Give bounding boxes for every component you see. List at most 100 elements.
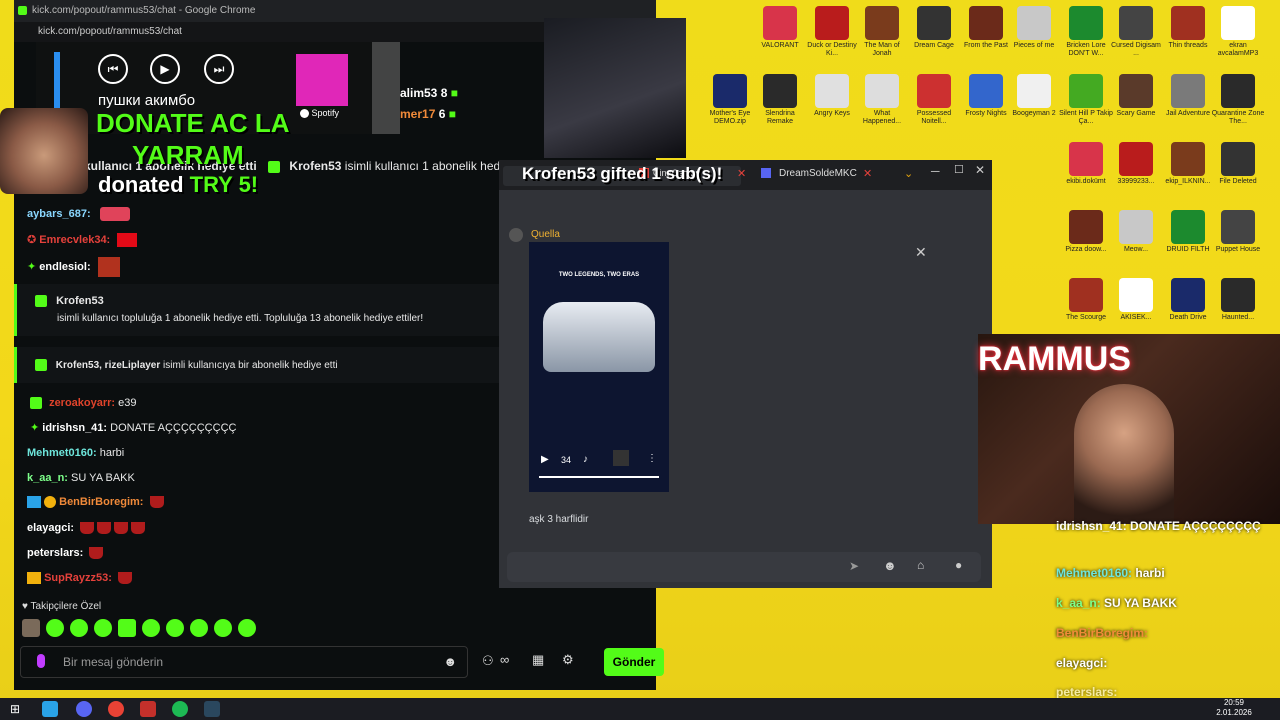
voice-meeter-icon[interactable]	[140, 701, 156, 717]
chat-username[interactable]: peterslars:	[27, 547, 83, 559]
chat-username[interactable]: SupRayzz53:	[44, 572, 112, 584]
chrome-icon[interactable]	[108, 701, 124, 717]
emote[interactable]	[118, 619, 136, 637]
desktop-shortcut[interactable]: VALORANT	[752, 6, 808, 50]
desktop-shortcut[interactable]: What Happened...	[854, 74, 910, 126]
windows-start-icon[interactable]: ⊞	[10, 702, 20, 716]
desktop-shortcut[interactable]: Duck or Destiny Ki...	[804, 6, 860, 58]
store-icon[interactable]: ▦	[532, 652, 544, 668]
top-user: alim53 8 ■	[400, 86, 458, 100]
chat-username[interactable]: zeroakoyarr:	[49, 397, 115, 409]
message-input[interactable]: ➤ ☻ ⌂ ●	[507, 552, 981, 582]
desktop-shortcut[interactable]: The Man of Jonah	[854, 6, 910, 58]
desktop-shortcut[interactable]: Slendrina Remake	[752, 74, 808, 126]
desktop-shortcut[interactable]: Angry Keys	[804, 74, 860, 118]
chevron-down-icon[interactable]: ⌄	[904, 167, 913, 180]
desktop-shortcut[interactable]: Death Drive	[1160, 278, 1216, 322]
chat-username[interactable]: aybars_687:	[27, 208, 91, 220]
infinity-icon[interactable]: ∞	[500, 652, 509, 667]
desktop-shortcut[interactable]: Pieces of me	[1006, 6, 1062, 50]
mic-icon[interactable]: ●	[955, 558, 962, 572]
desktop-shortcut[interactable]: The Scourge	[1058, 278, 1114, 322]
previous-track-icon[interactable]: ⏮	[98, 54, 128, 84]
desktop-shortcut[interactable]: Bricken Lore DON'T W...	[1058, 6, 1114, 58]
send-icon[interactable]: ➤	[849, 559, 859, 573]
emote[interactable]	[46, 619, 64, 637]
desktop-shortcut[interactable]: DRUID FILTH	[1160, 210, 1216, 254]
emote[interactable]	[166, 619, 184, 637]
chat-username[interactable]: BenBirBoregim:	[59, 496, 143, 508]
chat-username[interactable]: Mehmet0160:	[27, 447, 97, 459]
desktop-shortcut[interactable]: Quarantine Zone The...	[1210, 74, 1266, 126]
desktop-shortcut[interactable]: 33999233...	[1108, 142, 1164, 186]
volume-bar[interactable]	[54, 52, 60, 112]
emote[interactable]	[22, 619, 40, 637]
more-icon[interactable]: ⋮	[647, 453, 657, 464]
emote[interactable]	[94, 619, 112, 637]
maximize-icon[interactable]: ☐	[954, 163, 964, 176]
desktop-shortcut[interactable]: ekibi.dokümt	[1058, 142, 1114, 186]
emote-bar[interactable]	[22, 619, 262, 637]
attach-icon[interactable]: ⌂	[917, 558, 924, 572]
desktop-shortcut[interactable]: File Deleted	[1210, 142, 1266, 186]
desktop-shortcut[interactable]: Meow...	[1108, 210, 1164, 254]
desktop-shortcut[interactable]: Dream Cage	[906, 6, 962, 50]
emote[interactable]	[214, 619, 232, 637]
tab-label[interactable]: DreamSoldeMKC	[779, 168, 857, 179]
spotify-icon[interactable]	[172, 701, 188, 717]
volume-icon[interactable]: ♪	[583, 454, 588, 465]
emoji-icon[interactable]: ☻	[883, 558, 897, 573]
play-icon[interactable]: ▶	[541, 454, 549, 465]
sparkle-icon: ✦	[27, 260, 37, 273]
desktop-shortcut[interactable]: Jail Adventure	[1160, 74, 1216, 118]
desktop-shortcut[interactable]: Silent Hill P Takip Ça...	[1058, 74, 1114, 126]
chat-input[interactable]: Bir mesaj gönderin ☻	[20, 646, 468, 678]
gear-icon[interactable]: ⚙	[562, 652, 574, 668]
chat-username[interactable]: endlesiol:	[39, 261, 90, 273]
users-icon[interactable]: ⚇	[482, 653, 494, 669]
close-icon[interactable]: ✕	[915, 244, 927, 261]
emote[interactable]	[142, 619, 160, 637]
desktop-shortcut[interactable]: Haunted...	[1210, 278, 1266, 322]
next-track-icon[interactable]: ⏭	[204, 54, 234, 84]
desktop-shortcut[interactable]: Cursed Digisam ...	[1108, 6, 1164, 58]
desktop-shortcut[interactable]: Thin threads	[1160, 6, 1216, 50]
video-embed[interactable]: TWO LEGENDS, TWO ERAS ▶ 34 ♪ ⋮	[529, 242, 669, 492]
desktop-shortcut[interactable]: Possessed Noitell...	[906, 74, 962, 126]
close-tab-icon[interactable]: ✕	[863, 167, 872, 180]
app-icon[interactable]	[42, 701, 58, 717]
chat-username[interactable]: idrishsn_41:	[42, 422, 107, 434]
play-icon[interactable]: ▶	[150, 54, 180, 84]
chat-username[interactable]: k_aa_n:	[27, 472, 68, 484]
discord-icon[interactable]	[76, 701, 92, 717]
message-author[interactable]: Quella	[531, 229, 560, 240]
clock[interactable]: 20:59 2.01.2026	[1204, 698, 1264, 718]
desktop-shortcut[interactable]: Puppet House	[1210, 210, 1266, 254]
fullscreen-icon[interactable]	[613, 450, 629, 466]
gift-text: isimli kullanıcı topluluğa 1 abonelik he…	[57, 313, 424, 324]
chat-username[interactable]: Emrecvlek34:	[39, 234, 110, 246]
gift-user[interactable]: Krofen53	[56, 295, 104, 307]
emote[interactable]	[238, 619, 256, 637]
desktop-shortcut[interactable]: Pizza doow...	[1058, 210, 1114, 254]
avatar[interactable]	[509, 228, 523, 242]
video-progress[interactable]	[539, 476, 659, 478]
emote[interactable]	[190, 619, 208, 637]
send-button[interactable]: Gönder	[604, 648, 664, 676]
app-icon	[865, 6, 899, 40]
chat-username[interactable]: elayagci:	[27, 522, 74, 534]
close-tab-icon[interactable]: ✕	[737, 167, 746, 180]
minimize-icon[interactable]: ─	[931, 164, 940, 178]
desktop-shortcut[interactable]: Mother's Eye DEMO.zip	[702, 74, 758, 126]
steam-icon[interactable]	[204, 701, 220, 717]
close-icon[interactable]: ✕	[975, 163, 985, 177]
desktop-shortcut[interactable]: Scary Game	[1108, 74, 1164, 118]
gift-users[interactable]: Krofen53, rizeLiplayer	[56, 360, 160, 371]
emote[interactable]	[70, 619, 88, 637]
desktop-shortcut[interactable]: AKISEK...	[1108, 278, 1164, 322]
desktop-shortcut[interactable]: ekran avcalamMP3	[1210, 6, 1266, 58]
emoji-icon[interactable]: ☻	[443, 654, 457, 669]
desktop-shortcut[interactable]: ekip_ILKNIN...	[1160, 142, 1216, 186]
mic-icon[interactable]	[37, 654, 45, 668]
desktop-shortcut[interactable]: Boogeyman 2	[1006, 74, 1062, 118]
